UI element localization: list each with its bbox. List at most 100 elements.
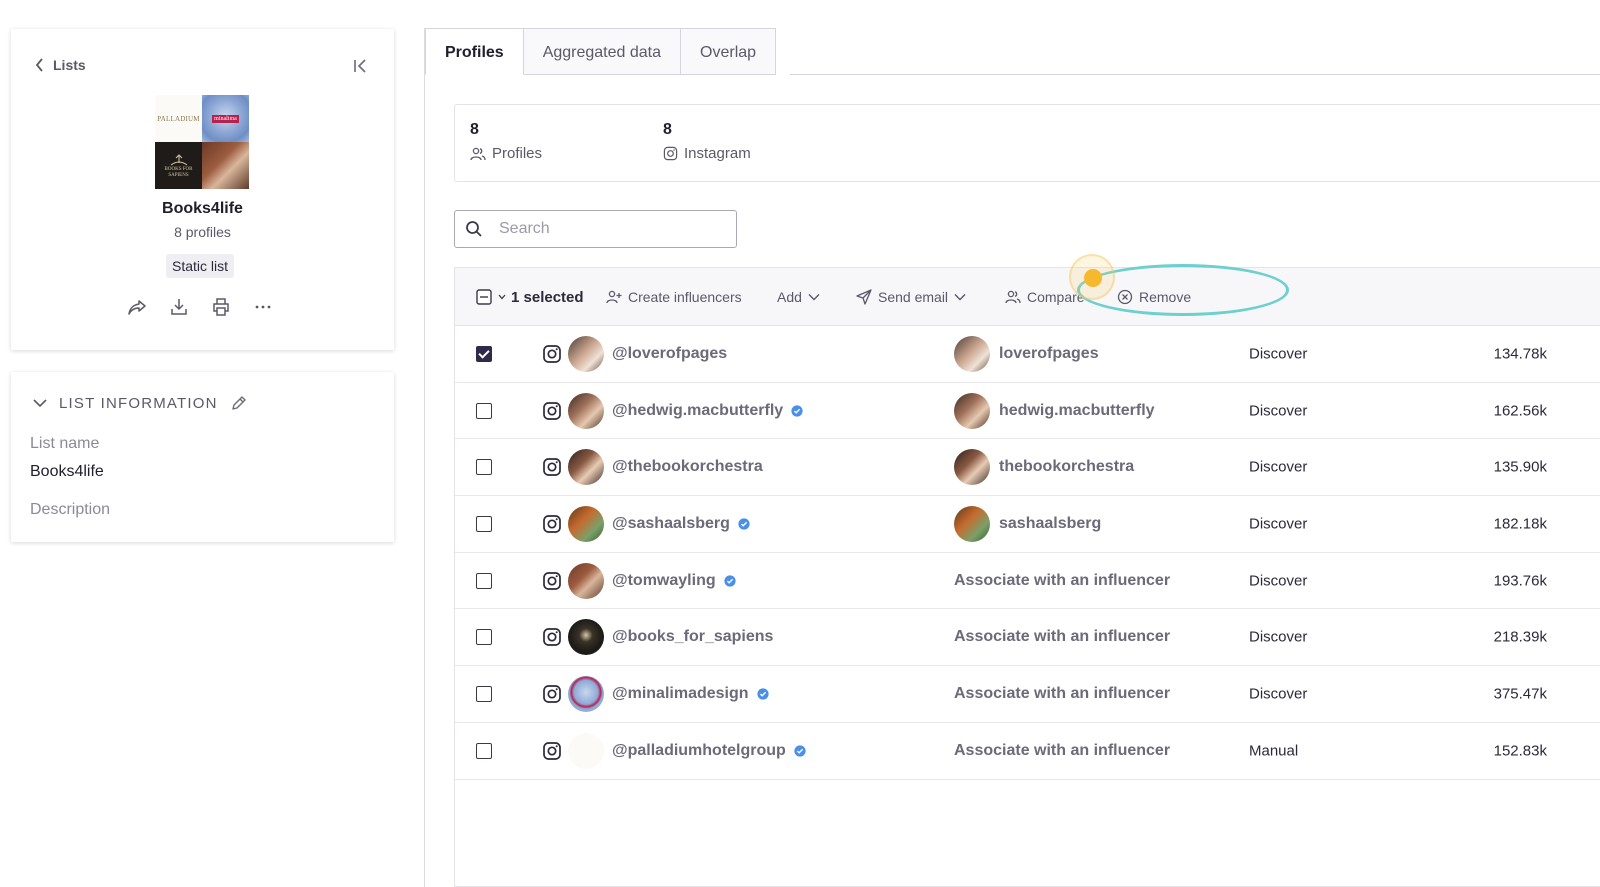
download-icon[interactable]: [169, 297, 189, 317]
profile-handle-link[interactable]: @palladiumhotelgroup: [612, 742, 806, 760]
tab-aggregated-data[interactable]: Aggregated data: [523, 28, 682, 75]
influencer-name-link[interactable]: hedwig.macbutterfly: [999, 402, 1155, 420]
source-cell: Discover: [1249, 402, 1308, 420]
list-information-heading: LIST INFORMATION: [59, 394, 218, 412]
profile-handle-link[interactable]: @tomwayling: [612, 572, 736, 590]
table-row[interactable]: @books_for_sapiens Associate with an infl…: [455, 609, 1600, 667]
list-title: Books4life: [162, 200, 243, 217]
row-checkbox[interactable]: [476, 345, 492, 362]
source-cell: Discover: [1249, 628, 1308, 646]
profile-handle: @minalimadesign: [612, 684, 749, 702]
verified-badge-icon: [756, 688, 769, 700]
profile-handle-link[interactable]: @minalimadesign: [612, 685, 769, 703]
profile-handle-link[interactable]: @loverofpages: [612, 345, 727, 363]
instagram-icon: [542, 684, 562, 704]
table-row[interactable]: @tomwayling Associate with an influencer D…: [455, 553, 1600, 610]
list-name-value: Books4life: [30, 463, 104, 480]
collapse-sidebar-icon[interactable]: [350, 56, 370, 76]
verified-badge-icon: [738, 518, 750, 530]
row-checkbox[interactable]: [476, 402, 492, 419]
users-icon: [1005, 290, 1021, 304]
associate-influencer-link[interactable]: Associate with an influencer: [954, 628, 1170, 646]
followers-cell: 182.18k: [1493, 515, 1547, 533]
add-user-icon: [606, 290, 622, 304]
profile-handle-link[interactable]: @hedwig.macbutterfly: [612, 402, 803, 420]
stat-instagram: 8 Instagram: [663, 121, 751, 162]
tab-overlap[interactable]: Overlap: [681, 28, 777, 75]
profile-handle-link[interactable]: @sashaalsberg: [612, 515, 750, 533]
verified-badge-icon: [794, 745, 806, 757]
compare-label: Compare: [1027, 289, 1085, 305]
minalima-logo-thumb: minalima: [202, 95, 249, 142]
list-profile-count: 8 profiles: [174, 224, 231, 240]
avatar: [568, 335, 604, 372]
list-cover-mosaic: PALLADIUM minalima BOOKS FOR SAPIENS: [155, 95, 249, 189]
influencer-name-link[interactable]: thebookorchestra: [999, 458, 1134, 476]
table-row[interactable]: @sashaalsberg sashaalsberg Discover 182.18k: [455, 496, 1600, 553]
table-row[interactable]: @thebookorchestra thebookorchestra Discove…: [455, 439, 1600, 497]
row-checkbox[interactable]: [476, 572, 492, 589]
table-row[interactable]: @loverofpages loverofpages Discover 134.78k: [455, 326, 1600, 383]
profile-handle: @sashaalsberg: [612, 514, 730, 532]
table-row[interactable]: @minalimadesign Associate with an influen…: [455, 666, 1600, 723]
tab-profiles[interactable]: Profiles: [425, 28, 524, 75]
share-icon[interactable]: [127, 297, 147, 317]
associate-influencer-link[interactable]: Associate with an influencer: [954, 742, 1170, 760]
associate-influencer-link[interactable]: Associate with an influencer: [954, 572, 1170, 590]
selected-count: 1 selected: [511, 288, 584, 306]
select-all-dropdown[interactable]: [476, 268, 506, 326]
list-name-label: List name: [30, 435, 100, 452]
send-email-dropdown[interactable]: Send email: [856, 268, 966, 326]
list-information-toggle[interactable]: LIST INFORMATION: [33, 394, 248, 412]
row-checkbox[interactable]: [476, 515, 492, 532]
table-row[interactable]: @hedwig.macbutterfly hedwig.macbutterfly D…: [455, 383, 1600, 440]
palladium-logo-thumb: PALLADIUM: [155, 95, 202, 142]
stats-summary: 8 Profiles 8 Instagram: [454, 104, 1600, 182]
profile-handle: @thebookorchestra: [612, 458, 763, 476]
influencer-name-link[interactable]: loverofpages: [999, 345, 1099, 363]
followers-cell: 152.83k: [1493, 742, 1547, 760]
table-body: @loverofpages loverofpages Discover 134.78k…: [455, 326, 1600, 780]
followers-cell: 162.56k: [1493, 402, 1547, 420]
source-cell: Discover: [1249, 685, 1308, 703]
add-label: Add: [777, 289, 802, 305]
list-actions: [127, 297, 273, 317]
print-icon[interactable]: [211, 297, 231, 317]
more-options-icon[interactable]: [253, 297, 273, 317]
instagram-icon: [542, 344, 562, 364]
profiles-table: 1 selected Create influencers Add Send e…: [454, 267, 1600, 887]
tab-bar: Profiles Aggregated data Overlap: [425, 28, 777, 75]
row-checkbox[interactable]: [476, 629, 492, 646]
row-checkbox[interactable]: [476, 459, 492, 476]
remove-button[interactable]: Remove: [1117, 268, 1191, 326]
influencer-avatar: [954, 505, 990, 542]
edit-pencil-icon[interactable]: [230, 394, 248, 412]
compare-button[interactable]: Compare: [1005, 268, 1085, 326]
instagram-icon: [542, 571, 562, 591]
influencer-avatar: [954, 449, 990, 486]
search-icon: [466, 221, 482, 237]
row-checkbox[interactable]: [476, 742, 492, 759]
verified-badge-icon: [724, 574, 736, 587]
instagram-icon: [663, 146, 678, 161]
add-dropdown[interactable]: Add: [777, 268, 820, 326]
associate-influencer-link[interactable]: Associate with an influencer: [954, 685, 1170, 703]
bulk-actions-toolbar: 1 selected Create influencers Add Send e…: [455, 268, 1600, 326]
influencer-name-link[interactable]: sashaalsberg: [999, 515, 1101, 533]
create-influencers-button[interactable]: Create influencers: [606, 268, 742, 326]
chevron-down-icon: [498, 294, 506, 300]
followers-cell: 375.47k: [1493, 685, 1547, 703]
row-checkbox[interactable]: [476, 685, 492, 702]
search-input[interactable]: [499, 220, 719, 238]
instagram-icon: [542, 741, 562, 761]
profile-handle: @loverofpages: [612, 344, 728, 362]
profile-handle-link[interactable]: @thebookorchestra: [612, 458, 763, 476]
source-cell: Discover: [1249, 515, 1308, 533]
profile-handle: @books_for_sapiens: [612, 628, 774, 646]
table-row[interactable]: @palladiumhotelgroup Associate with an in…: [455, 723, 1600, 780]
back-to-lists-link[interactable]: Lists: [35, 57, 86, 73]
tomwayling-photo-thumb: [202, 142, 249, 189]
verified-badge-icon: [791, 404, 803, 417]
influencer-avatar: [954, 392, 990, 429]
profile-handle-link[interactable]: @books_for_sapiens: [612, 628, 773, 646]
